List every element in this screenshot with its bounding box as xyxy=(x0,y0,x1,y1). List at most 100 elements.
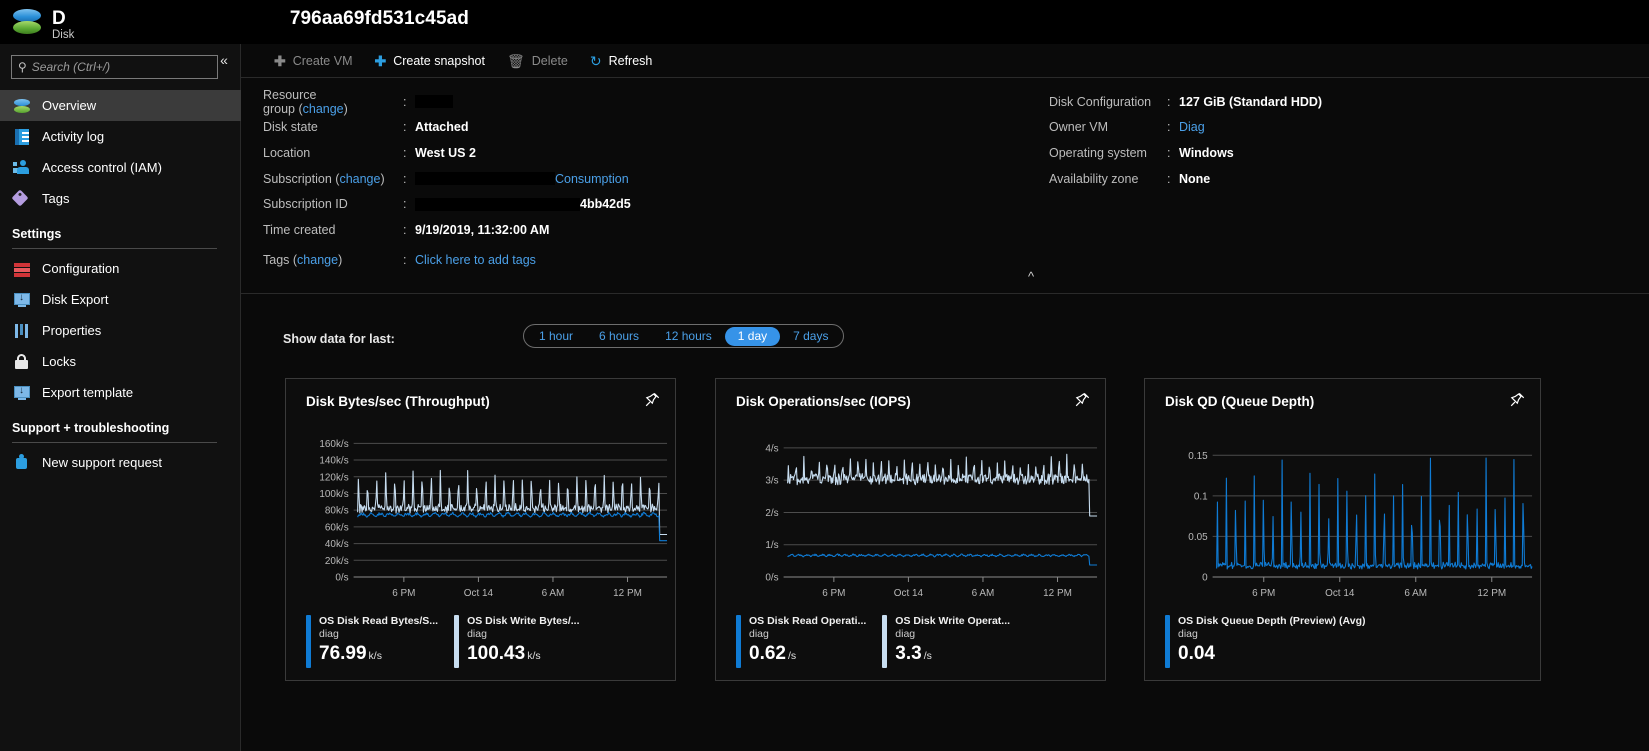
sidebar-item-access-control[interactable]: Access control (IAM) xyxy=(0,152,241,183)
legend-series-name: OS Disk Read Operati... xyxy=(749,615,867,627)
sidebar-item-new-support-request[interactable]: New support request xyxy=(0,447,241,478)
property-row-operating-system: Operating system : Windows xyxy=(1049,140,1322,166)
property-value: 127 GiB (Standard HDD) xyxy=(1179,94,1323,109)
chart-legend: OS Disk Read Bytes/S... diag 76.99 k/s OS… xyxy=(306,615,665,668)
colon: : xyxy=(403,94,407,109)
property-label: Tags (change) xyxy=(263,253,343,268)
chart-plot-throughput: 160k/s 140k/s 120k/s 100k/s 80k/s 60k/s 40k/s 2… xyxy=(319,439,668,599)
sidebar-item-locks[interactable]: Locks xyxy=(0,346,241,377)
change-tags-link[interactable]: change xyxy=(297,253,338,267)
search-input[interactable] xyxy=(31,60,197,74)
button-label: Refresh xyxy=(608,53,653,68)
chart-plot-iops: 4/s 3/s 2/s 1/s 0/s 6 PM Oct 14 6 AM 12 PM xyxy=(765,443,1098,599)
property-row-subscription: Subscription (change) : Consumption xyxy=(263,166,631,192)
properties-icon xyxy=(12,322,32,340)
pin-icon[interactable] xyxy=(1073,391,1091,409)
legend-series-resource: diag xyxy=(467,628,487,640)
properties-panel: Resource group (change) : Disk state : A… xyxy=(241,78,1649,293)
property-label: Time created xyxy=(263,222,336,237)
svg-text:80k/s: 80k/s xyxy=(325,506,349,517)
legend-color-swatch xyxy=(736,615,741,668)
property-label: Operating system xyxy=(1049,145,1147,160)
time-range-option-1-hour[interactable]: 1 hour xyxy=(526,327,586,346)
legend-series-value: 0.62 xyxy=(749,643,786,664)
chevron-up-icon[interactable]: ^ xyxy=(1028,269,1034,284)
redacted-subscription xyxy=(415,172,555,186)
svg-text:0: 0 xyxy=(1202,572,1208,583)
chart-title: Disk Operations/sec (IOPS) xyxy=(736,394,911,409)
legend-item[interactable]: OS Disk Write Bytes/... diag 100.43 k/s xyxy=(454,615,595,668)
configuration-icon xyxy=(12,260,32,278)
sidebar-item-disk-export[interactable]: Disk Export xyxy=(0,284,241,315)
legend-color-swatch xyxy=(454,615,460,668)
time-range-option-6-hours[interactable]: 6 hours xyxy=(586,327,652,346)
sidebar-nav-list: Overview Activity log Access control (IA… xyxy=(0,90,241,478)
sidebar-section-settings: Settings xyxy=(0,214,241,253)
legend-item[interactable]: OS Disk Read Operati... diag 0.62/s xyxy=(736,615,882,668)
activity-log-icon xyxy=(12,128,32,146)
sidebar-item-activity-log[interactable]: Activity log xyxy=(0,121,241,152)
svg-text:40k/s: 40k/s xyxy=(325,539,349,550)
svg-text:160k/s: 160k/s xyxy=(319,439,348,450)
chart-card-throughput: Disk Bytes/sec (Throughput) 160k/s 140k/s… xyxy=(285,378,676,681)
time-range-row: Show data for last: 1 hour 6 hours 12 ho… xyxy=(241,322,1649,362)
owner-vm-link[interactable]: Diag xyxy=(1179,120,1205,134)
svg-text:6 PM: 6 PM xyxy=(822,588,845,599)
sidebar-item-export-template[interactable]: Export template xyxy=(0,377,241,408)
change-subscription-link[interactable]: change xyxy=(339,172,380,186)
svg-text:Oct 14: Oct 14 xyxy=(894,588,924,599)
property-label: Disk state xyxy=(263,120,318,135)
title-bar: D 796aa69fd531c45ad Disk xyxy=(0,0,1649,44)
legend-item[interactable]: OS Disk Write Operat... diag 3.3/s xyxy=(882,615,1026,668)
plus-icon: ✚ xyxy=(274,52,286,69)
pin-icon[interactable] xyxy=(1508,391,1526,409)
legend-series-resource: diag xyxy=(319,628,339,640)
legend-item[interactable]: OS Disk Queue Depth (Preview) (Avg) diag… xyxy=(1165,615,1381,668)
redacted-subscription-id xyxy=(415,197,580,211)
property-label: Subscription (change) xyxy=(263,171,385,186)
sidebar-item-configuration[interactable]: Configuration xyxy=(0,253,241,284)
sidebar-item-overview[interactable]: Overview xyxy=(0,90,241,121)
tag-icon xyxy=(11,189,32,208)
legend-series-name: OS Disk Write Operat... xyxy=(895,615,1011,627)
command-bar: ✚ Create VM ✚ Create snapshot 🗑 Delete ↻… xyxy=(241,44,1649,78)
button-label: Create snapshot xyxy=(393,53,485,68)
legend-series-name: OS Disk Write Bytes/... xyxy=(467,615,580,627)
sidebar-item-label: Configuration xyxy=(42,261,120,276)
legend-item[interactable]: OS Disk Read Bytes/S... diag 76.99 k/s xyxy=(306,615,454,668)
add-tags-link[interactable]: Click here to add tags xyxy=(415,253,536,267)
resource-id-suffix: 796aa69fd531c45ad xyxy=(289,7,470,29)
svg-text:6 AM: 6 AM xyxy=(1404,588,1427,599)
property-row-disk-state: Disk state : Attached xyxy=(263,115,631,141)
property-row-owner-vm: Owner VM : Diag xyxy=(1049,115,1322,141)
time-range-option-7-days[interactable]: 7 days xyxy=(780,327,841,346)
main-content: ✚ Create VM ✚ Create snapshot 🗑 Delete ↻… xyxy=(241,44,1649,751)
button-label: Delete xyxy=(531,53,568,68)
time-range-option-12-hours[interactable]: 12 hours xyxy=(652,327,725,346)
refresh-button[interactable]: ↻ Refresh xyxy=(579,48,664,74)
pin-icon[interactable] xyxy=(643,391,661,409)
property-label: Owner VM xyxy=(1049,120,1109,135)
delete-button[interactable]: 🗑 Delete xyxy=(496,48,579,74)
create-vm-button[interactable]: ✚ Create VM xyxy=(263,48,363,74)
time-range-option-1-day[interactable]: 1 day xyxy=(724,326,781,346)
property-row-tags: Tags (change) : Click here to add tags xyxy=(263,248,631,274)
svg-text:3/s: 3/s xyxy=(765,476,778,487)
svg-text:6 AM: 6 AM xyxy=(972,588,995,599)
property-label: Subscription ID xyxy=(263,197,348,212)
search-icon: ⚲ xyxy=(18,60,27,74)
sidebar-item-tags[interactable]: Tags xyxy=(0,183,241,214)
change-resource-group-link[interactable]: change xyxy=(303,102,344,116)
legend-series-value: 100.43 xyxy=(467,643,526,664)
subscription-link[interactable]: Consumption xyxy=(555,172,629,186)
property-value: 4bb42d5 xyxy=(580,197,631,212)
create-snapshot-button[interactable]: ✚ Create snapshot xyxy=(363,48,495,74)
legend-series-unit: /s xyxy=(787,650,797,662)
sidebar-item-label: Locks xyxy=(42,354,76,369)
svg-text:100k/s: 100k/s xyxy=(319,489,348,500)
chart-legend: OS Disk Read Operati... diag 0.62/s OS D… xyxy=(736,615,1095,668)
search-box[interactable]: ⚲ xyxy=(11,55,218,79)
chart-card-queue-depth: Disk QD (Queue Depth) 0.15 0.1 0.05 0 6 PM Oc… xyxy=(1144,378,1541,681)
sidebar-item-properties[interactable]: Properties xyxy=(0,315,241,346)
property-label: Location xyxy=(263,145,311,160)
